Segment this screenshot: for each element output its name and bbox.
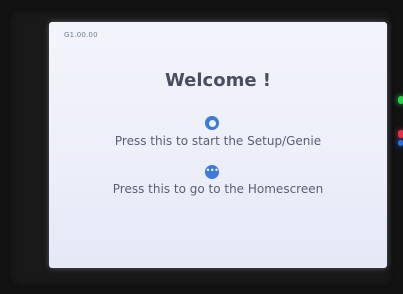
more-dots-icon: ••• bbox=[205, 166, 219, 175]
setup-genie-button-label[interactable]: Press this to start the Setup/Genie bbox=[49, 134, 387, 148]
welcome-title: Welcome ! bbox=[164, 70, 272, 91]
homescreen-button-icon[interactable]: ••• bbox=[205, 165, 219, 179]
touch-screen: G1.00.00 Welcome ! Press this to start t… bbox=[49, 22, 387, 268]
status-led-blue bbox=[398, 140, 403, 146]
status-led-red bbox=[398, 130, 403, 138]
setup-genie-button-icon[interactable] bbox=[205, 116, 219, 130]
homescreen-button-label[interactable]: Press this to go to the Homescreen bbox=[49, 182, 387, 196]
firmware-version: G1.00.00 bbox=[64, 31, 98, 39]
status-led-green bbox=[398, 96, 403, 104]
